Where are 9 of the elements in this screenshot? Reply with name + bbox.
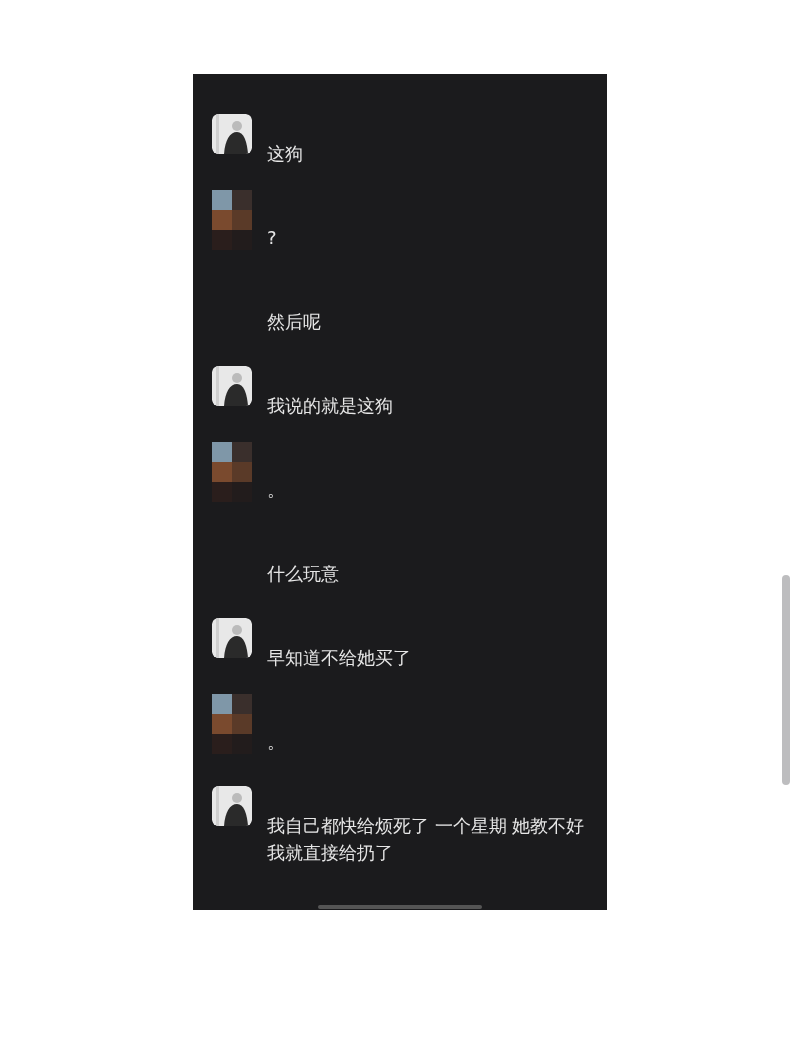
message-text: 早知道不给她买了	[267, 646, 411, 670]
message-text: 我说的就是这狗	[267, 394, 393, 418]
message-text: 然后呢	[267, 310, 321, 334]
message-text: 我自己都快给烦死了 一个星期 她教不好我就直接给扔了	[267, 814, 586, 865]
message-text: 什么玩意	[267, 562, 339, 586]
message-text: 。	[267, 730, 285, 754]
message-text: 。	[267, 478, 285, 502]
message-text: 这狗	[267, 142, 303, 166]
message-text: ?	[267, 226, 277, 250]
